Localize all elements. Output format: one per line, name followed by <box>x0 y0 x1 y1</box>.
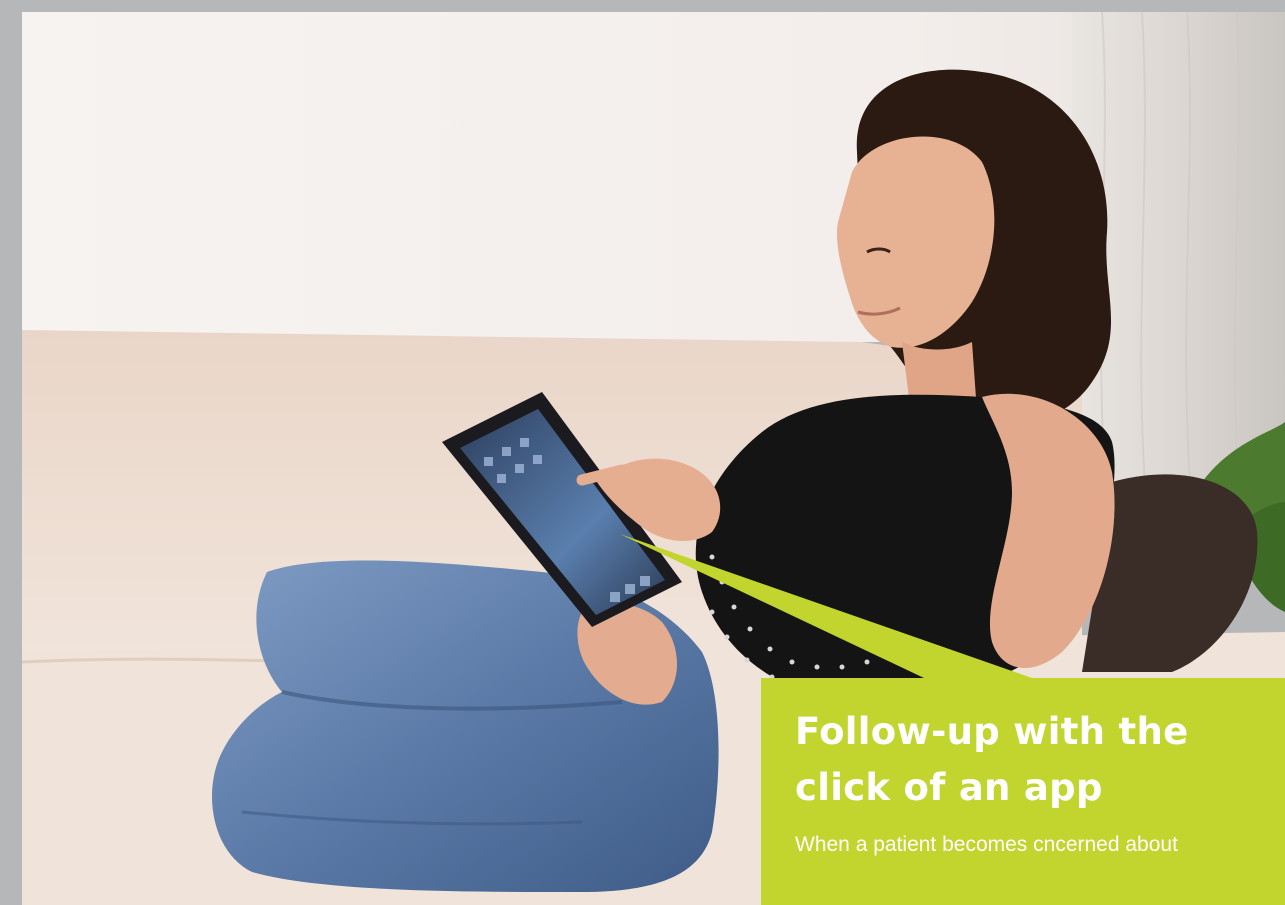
callout-title-line-1: Follow-up with the <box>795 710 1189 753</box>
callout-title: Follow-up with the click of an app <box>795 704 1267 816</box>
callout-title-line-2: click of an app <box>795 766 1103 809</box>
advertisement-frame: Follow-up with the click of an app When … <box>22 12 1285 905</box>
callout-box: Follow-up with the click of an app When … <box>761 678 1285 905</box>
callout-body-text: When a patient becomes cncerned about <box>795 833 1178 856</box>
